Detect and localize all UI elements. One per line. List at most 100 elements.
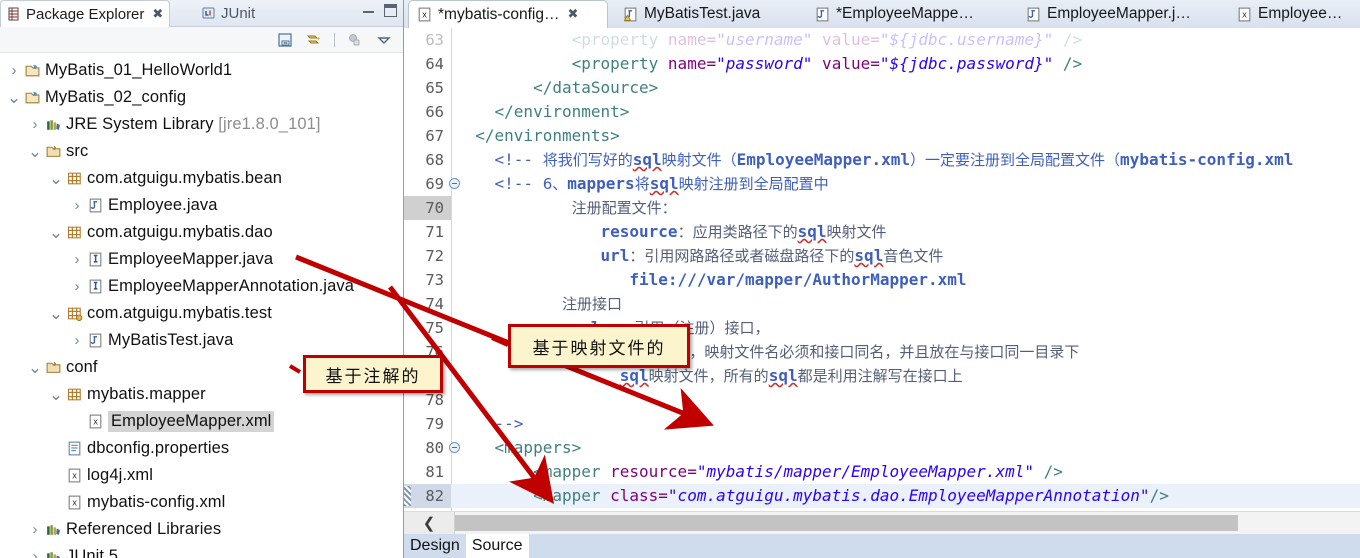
scrollbar-gap — [1238, 512, 1360, 534]
code-lines[interactable]: <property name="username" value="${jdbc.… — [451, 28, 1360, 512]
tree-item[interactable]: › EmployeeMapper.java — [0, 246, 403, 273]
code-line[interactable]: </environment> — [451, 100, 1360, 124]
tab-source[interactable]: Source — [465, 534, 529, 558]
source-folder-icon — [43, 359, 63, 376]
collapse-all-icon[interactable] — [276, 31, 294, 49]
code-token: /> — [1053, 30, 1083, 49]
tree-item[interactable]: › JRE System Library [jre1.8.0_101] — [0, 111, 403, 138]
code-line[interactable]: <mapper resource="mybatis/mapper/Employe… — [451, 460, 1360, 484]
tab-junit[interactable]: JUnit — [196, 0, 261, 26]
close-icon[interactable]: ✖ — [152, 7, 163, 22]
tree-item[interactable]: x log4j.xml — [0, 462, 403, 489]
tree-item[interactable]: dbconfig.properties — [0, 435, 403, 462]
code-line[interactable]: 注册配置文件： — [451, 196, 1360, 220]
code-line[interactable] — [451, 388, 1360, 412]
code-line[interactable]: <!-- 6、mappers将sql映射注册到全局配置中 — [451, 172, 1360, 196]
chevron-down-icon[interactable]: ⌄ — [27, 143, 43, 160]
editor-tab[interactable]: MyBatisTest.java — [615, 0, 815, 28]
tree-item[interactable]: x EmployeeMapper.xml — [0, 408, 403, 435]
code-line[interactable]: url：引用网路路径或者磁盘路径下的sql音色文件 — [451, 244, 1360, 268]
junit-icon — [202, 6, 216, 20]
package-icon — [64, 386, 84, 403]
tree-item[interactable]: ⌄ MyBatis_02_config — [0, 84, 403, 111]
code-token: mybatis-config.xml — [1120, 150, 1294, 169]
editor-tab[interactable]: x Employee… — [1229, 0, 1360, 28]
code-token: 映射文件，所有的 — [648, 367, 769, 385]
callout-text: 基于注解的 — [325, 366, 421, 387]
tree-item[interactable]: ⌄ com.atguigu.mybatis.bean — [0, 165, 403, 192]
view-menu-icon[interactable] — [375, 31, 393, 49]
chevron-right-icon[interactable]: › — [69, 197, 85, 214]
chevron-down-icon[interactable]: ⌄ — [48, 386, 64, 403]
tree-item[interactable]: ⌄ com.atguigu.mybatis.dao — [0, 219, 403, 246]
scrollbar-thumb[interactable] — [455, 515, 1238, 531]
line-number: 71 — [425, 223, 444, 241]
tab-package-explorer[interactable]: Package Explorer ✖ — [0, 0, 171, 27]
code-line[interactable]: <mapper class="com.atguigu.mybatis.dao.E… — [451, 484, 1360, 508]
tree-item-label: dbconfig.properties — [87, 439, 230, 457]
tree-item[interactable]: › Referenced Libraries — [0, 516, 403, 543]
line-number: 68 — [425, 151, 444, 169]
chevron-down-icon[interactable]: ⌄ — [27, 359, 43, 376]
editor-tab[interactable]: EmployeeMapper.j… — [1018, 0, 1237, 28]
chevron-right-icon[interactable]: › — [27, 521, 43, 538]
tree-item[interactable]: › MyBatis_01_HelloWorld1 — [0, 57, 403, 84]
code-token: url — [600, 246, 630, 265]
chevron-down-icon[interactable]: ⌄ — [48, 224, 64, 241]
code-line[interactable]: </environments> — [451, 124, 1360, 148]
tree-item[interactable]: x mybatis-config.xml — [0, 489, 403, 516]
source-editor[interactable]: 6364656667686970717273747576777879808182… — [404, 28, 1360, 512]
chevron-right-icon[interactable]: › — [27, 548, 43, 558]
chevron-right-icon[interactable]: › — [6, 62, 22, 79]
code-line[interactable]: <property name="username" value="${jdbc.… — [451, 28, 1360, 52]
tree-item[interactable]: ⌄ com.atguigu.mybatis.test — [0, 300, 403, 327]
code-token: <mappers> — [456, 438, 582, 457]
line-number: 69 — [404, 172, 460, 196]
code-line[interactable]: resource：应用类路径下的sql映射文件 — [451, 220, 1360, 244]
chevron-down-icon[interactable]: ⌄ — [48, 305, 64, 322]
java-class-icon — [85, 197, 105, 214]
maximize-icon[interactable] — [384, 4, 397, 17]
code-line[interactable]: --> — [451, 412, 1360, 436]
code-line[interactable]: <property name="password" value="${jdbc.… — [451, 52, 1360, 76]
focus-on-active-task-icon[interactable] — [346, 31, 364, 49]
package-explorer-toolbar — [0, 27, 403, 53]
code-token: </environments> — [456, 126, 620, 145]
tree-item-label: mybatis-config.xml — [87, 493, 226, 511]
chevron-right-icon[interactable]: › — [27, 116, 43, 133]
close-icon[interactable]: ✖ — [567, 7, 578, 22]
chevron-right-icon[interactable]: › — [69, 332, 85, 349]
horizontal-scrollbar[interactable]: ❮ — [404, 511, 1360, 534]
code-line[interactable]: file:///var/mapper/AuthorMapper.xml — [451, 268, 1360, 292]
chevron-down-icon[interactable]: ⌄ — [6, 89, 22, 106]
tree-item[interactable]: › EmployeeMapperAnnotation.java — [0, 273, 403, 300]
xml-file-icon: x — [64, 494, 84, 511]
tree-item[interactable]: › JUnit 5 — [0, 543, 403, 558]
minimize-icon[interactable] — [362, 4, 375, 17]
code-line[interactable]: </dataSource> — [451, 76, 1360, 100]
tree-item-label: EmployeeMapper.xml — [108, 411, 275, 432]
code-token: 注册配置文件： — [571, 199, 677, 217]
scroll-back-icon[interactable]: ❮ — [404, 512, 455, 534]
package-icon — [64, 170, 84, 187]
line-number: 75 — [425, 319, 444, 337]
code-token: "password" — [716, 54, 813, 73]
code-line[interactable]: <!-- 将我们写好的sql映射文件（EmployeeMapper.xml）一定… — [451, 148, 1360, 172]
chevron-down-icon[interactable]: ⌄ — [48, 170, 64, 187]
tree-item[interactable]: ⌄ src — [0, 138, 403, 165]
editor-tab[interactable]: x *mybatis-config… ✖ — [408, 0, 608, 28]
code-line[interactable]: 注册接口 — [451, 292, 1360, 316]
code-token: sql — [854, 246, 884, 265]
chevron-right-icon[interactable]: › — [69, 278, 85, 295]
tree-item[interactable]: › Employee.java — [0, 192, 403, 219]
editor-tab[interactable]: *EmployeeMappe… — [807, 0, 1026, 28]
line-number: 73 — [425, 271, 444, 289]
link-with-editor-icon[interactable] — [305, 31, 323, 49]
chevron-right-icon[interactable]: › — [69, 251, 85, 268]
tree-item[interactable]: › MyBatisTest.java — [0, 327, 403, 354]
tab-design[interactable]: Design — [404, 534, 466, 558]
tree-item-label: com.atguigu.mybatis.test — [87, 304, 272, 322]
code-line[interactable]: <mappers> — [451, 436, 1360, 460]
